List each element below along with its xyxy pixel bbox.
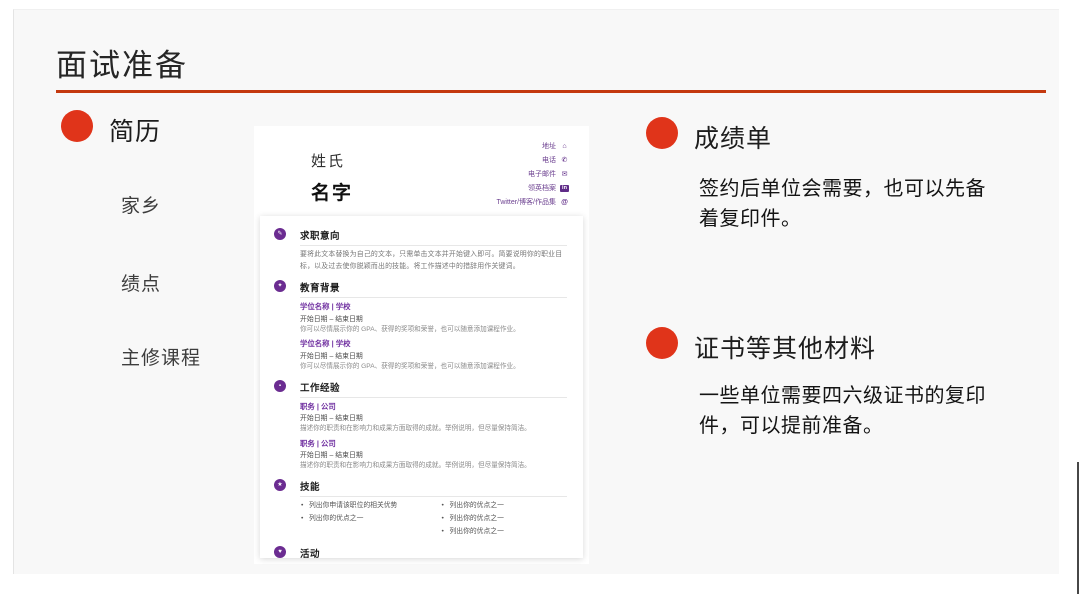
- skill-item: 列出你的优点之一: [441, 500, 568, 513]
- objective-body: 要将此文本替换为自己的文本，只需单击文本并开始键入即可。简要说明你的职业目标，以…: [300, 249, 567, 273]
- resume-section-experience: ▪ 工作经验 职务 | 公司 开始日期 – 结束日期 描述你的职责和在影响力和成…: [274, 380, 567, 472]
- list-item-major-courses: 主修课程: [121, 343, 201, 370]
- job-company-label: 职务 | 公司: [300, 438, 567, 451]
- home-icon: ⌂: [560, 142, 569, 151]
- education-dates: 开始日期 – 结束日期: [300, 314, 567, 325]
- skills-icon: ★: [274, 479, 286, 491]
- bullet-circle-resume: [61, 110, 93, 142]
- experience-entry: 职务 | 公司 开始日期 – 结束日期 描述你的职责和在影响力和成果方面取得的成…: [300, 438, 567, 472]
- transcript-heading: 成绩单: [694, 119, 772, 155]
- degree-school-label: 学位名称 | 学校: [300, 338, 567, 351]
- experience-dates: 开始日期 – 结束日期: [300, 450, 567, 461]
- skills-columns: 列出你申请该职位的相关优势 列出你的优点之一 列出你的优点之一 列出你的优点之一…: [300, 500, 567, 539]
- list-item-hometown: 家乡: [121, 191, 161, 218]
- resume-section-skills: ★ 技能 列出你申请该职位的相关优势 列出你的优点之一 列出你的优点之一 列出你…: [274, 479, 567, 539]
- resume-section-education: ✦ 教育背景 学位名称 | 学校 开始日期 – 结束日期 你可以尽情展示你的 G…: [274, 280, 567, 372]
- bullet-circle-transcript: [646, 117, 678, 149]
- skill-item: 列出你申请该职位的相关优势: [300, 500, 427, 513]
- presentation-slide: 面试准备 简历 家乡 绩点 主修课程 姓氏 名字 地址 ⌂ 电话 ✆ 电子邮件 …: [13, 9, 1059, 574]
- education-entry: 学位名称 | 学校 开始日期 – 结束日期 你可以尽情展示你的 GPA、获得的奖…: [300, 338, 567, 372]
- skill-item: 列出你的优点之一: [441, 513, 568, 526]
- skill-item: 列出你的优点之一: [441, 526, 568, 539]
- education-desc: 你可以尽情展示你的 GPA、获得的奖项和荣誉，也可以随意添加课程作业。: [300, 362, 567, 373]
- degree-school-label: 学位名称 | 学校: [300, 301, 567, 314]
- experience-desc: 描述你的职责和在影响力和成果方面取得的成就。举例说明，但尽量保持简洁。: [300, 424, 567, 435]
- title-underline-accent: [56, 90, 1046, 93]
- resume-template-image: 姓氏 名字 地址 ⌂ 电话 ✆ 电子邮件 ✉ 领英档案 in Twitter/博…: [254, 126, 589, 564]
- contact-row-portfolio: Twitter/博客/作品集 @: [496, 195, 569, 209]
- at-sign-icon: @: [560, 198, 569, 207]
- contact-row-email: 电子邮件 ✉: [496, 167, 569, 181]
- certificates-note: 一些单位需要四六级证书的复印件，可以提前准备。: [699, 381, 987, 441]
- linkedin-icon: in: [560, 185, 569, 192]
- resume-last-name: 姓氏: [311, 150, 345, 171]
- education-icon: ✦: [274, 280, 286, 292]
- skills-title: 技能: [300, 479, 567, 497]
- objective-icon: ✎: [274, 228, 286, 240]
- certificates-heading: 证书等其他材料: [694, 329, 876, 365]
- objective-title: 求职意向: [300, 228, 567, 246]
- transcript-note: 签约后单位会需要，也可以先备着复印件。: [699, 174, 995, 234]
- window-edge-line: [1077, 462, 1079, 594]
- phone-icon: ✆: [560, 156, 569, 165]
- resume-contact-block: 地址 ⌂ 电话 ✆ 电子邮件 ✉ 领英档案 in Twitter/博客/作品集 …: [496, 139, 569, 209]
- skill-item: 列出你的优点之一: [300, 513, 427, 526]
- contact-linkedin-label: 领英档案: [528, 183, 556, 193]
- contact-phone-label: 电话: [542, 155, 556, 165]
- experience-desc: 描述你的职责和在影响力和成果方面取得的成就。举例说明，但尽量保持简洁。: [300, 461, 567, 472]
- education-entry: 学位名称 | 学校 开始日期 – 结束日期 你可以尽情展示你的 GPA、获得的奖…: [300, 301, 567, 335]
- bullet-circle-certificates: [646, 327, 678, 359]
- job-company-label: 职务 | 公司: [300, 401, 567, 414]
- contact-row-phone: 电话 ✆: [496, 153, 569, 167]
- activities-icon: ♥: [274, 546, 286, 558]
- resume-first-name: 名字: [311, 178, 353, 205]
- list-item-gpa: 绩点: [121, 269, 161, 296]
- experience-entry: 职务 | 公司 开始日期 – 结束日期 描述你的职责和在影响力和成果方面取得的成…: [300, 401, 567, 435]
- resume-heading: 简历: [109, 112, 161, 148]
- page-title: 面试准备: [56, 40, 188, 85]
- activities-title: 活动: [300, 546, 567, 558]
- education-dates: 开始日期 – 结束日期: [300, 351, 567, 362]
- contact-address-label: 地址: [542, 141, 556, 151]
- contact-row-linkedin: 领英档案 in: [496, 181, 569, 195]
- contact-portfolio-label: Twitter/博客/作品集: [496, 197, 556, 207]
- resume-section-objective: ✎ 求职意向 要将此文本替换为自己的文本，只需单击文本并开始键入即可。简要说明你…: [274, 228, 567, 273]
- contact-email-label: 电子邮件: [528, 169, 556, 179]
- resume-body-sheet: ✎ 求职意向 要将此文本替换为自己的文本，只需单击文本并开始键入即可。简要说明你…: [260, 216, 583, 558]
- experience-dates: 开始日期 – 结束日期: [300, 413, 567, 424]
- resume-section-activities: ♥ 活动 使用此部分突出展示你重要的相关兴趣和活动，以及你希望如何回馈社会。最好…: [274, 546, 567, 558]
- skills-column-left: 列出你申请该职位的相关优势 列出你的优点之一: [300, 500, 427, 539]
- experience-title: 工作经验: [300, 380, 567, 398]
- education-title: 教育背景: [300, 280, 567, 298]
- skills-column-right: 列出你的优点之一 列出你的优点之一 列出你的优点之一: [441, 500, 568, 539]
- education-desc: 你可以尽情展示你的 GPA、获得的奖项和荣誉，也可以随意添加课程作业。: [300, 325, 567, 336]
- email-icon: ✉: [560, 170, 569, 179]
- contact-row-address: 地址 ⌂: [496, 139, 569, 153]
- briefcase-icon: ▪: [274, 380, 286, 392]
